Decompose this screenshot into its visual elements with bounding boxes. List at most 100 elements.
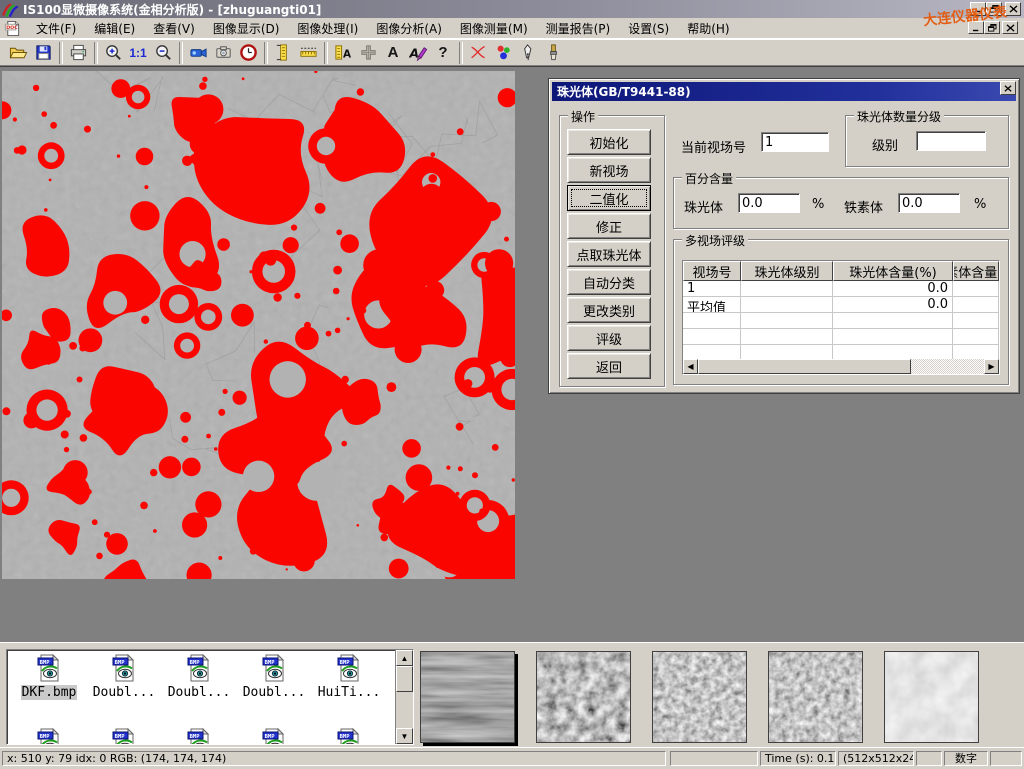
preview-thumbnail-4[interactable] xyxy=(768,651,863,743)
table-row-1[interactable]: 10.0 xyxy=(683,281,999,297)
open-folder-icon[interactable] xyxy=(6,41,30,65)
bmp-file-icon: BMP xyxy=(337,728,361,745)
preview-thumbnail-3[interactable] xyxy=(652,651,747,743)
op-button-6[interactable]: 自动分类 xyxy=(567,269,651,295)
child-restore-button[interactable] xyxy=(984,21,1000,34)
table-row-4[interactable] xyxy=(683,329,999,345)
hscroll-left-button[interactable]: ◀ xyxy=(683,359,698,374)
status-empty-1 xyxy=(670,751,758,766)
toolbar-separator xyxy=(179,42,183,64)
file-item-row2-3[interactable]: BMP xyxy=(163,728,235,745)
table-row-3[interactable] xyxy=(683,313,999,329)
menu-item-5[interactable]: 图像处理(I) xyxy=(288,18,367,39)
op-button-1[interactable]: 初始化 xyxy=(567,129,651,155)
text-edit-icon[interactable]: A xyxy=(406,41,430,65)
file-item-row2-5[interactable]: BMP xyxy=(313,728,385,745)
bmp-file-icon: BMP xyxy=(112,728,136,745)
video-camera-icon[interactable] xyxy=(186,41,210,65)
help-icon[interactable]: ? xyxy=(431,41,455,65)
file-item-row2-1[interactable]: BMP xyxy=(13,728,85,745)
file-item-row2-2[interactable]: BMP xyxy=(88,728,160,745)
table-col-3[interactable]: 珠光体含量(%) xyxy=(833,261,953,281)
op-button-5[interactable]: 点取珠光体 xyxy=(567,241,651,267)
classify-balls-icon[interactable] xyxy=(491,41,515,65)
table-col-1[interactable]: 视场号 xyxy=(683,261,741,281)
caliper-icon[interactable] xyxy=(271,41,295,65)
op-button-3[interactable]: 二值化 xyxy=(567,185,651,211)
hscroll-right-button[interactable]: ▶ xyxy=(984,359,999,374)
menu-item-3[interactable]: 查看(V) xyxy=(144,18,204,39)
hscroll-track[interactable] xyxy=(911,359,984,374)
pearlite-percent-input[interactable] xyxy=(738,193,800,213)
menu-item-9[interactable]: 设置(S) xyxy=(619,18,678,39)
menu-item-6[interactable]: 图像分析(A) xyxy=(367,18,451,39)
current-field-label: 当前视场号 xyxy=(681,137,746,156)
svg-text:A: A xyxy=(409,46,419,60)
hscroll-thumb[interactable] xyxy=(698,359,911,374)
menu-item-2[interactable]: 编辑(E) xyxy=(85,18,144,39)
file-item-5[interactable]: BMPHuiTi... xyxy=(313,654,385,700)
brush-icon[interactable] xyxy=(541,41,565,65)
ferrite-label: 铁素体 xyxy=(844,197,883,216)
op-button-7[interactable]: 更改类别 xyxy=(567,297,651,323)
ruler-icon[interactable] xyxy=(296,41,320,65)
rating-table: 视场号珠光体级别珠光体含量(%)铁素体含量(%) 10.0平均值0.0 ◀ ▶ xyxy=(682,260,1000,375)
window-restore-button[interactable] xyxy=(986,2,1002,16)
table-cell xyxy=(683,313,741,329)
vscroll-up-button[interactable]: ▲ xyxy=(396,650,413,666)
file-item-3[interactable]: BMPDoubl... xyxy=(163,654,235,700)
level-input[interactable] xyxy=(916,131,986,151)
op-button-2[interactable]: 新视场 xyxy=(567,157,651,183)
file-item-1[interactable]: BMPDKF.bmp xyxy=(13,654,85,700)
op-button-4[interactable]: 修正 xyxy=(567,213,651,239)
child-minimize-button[interactable] xyxy=(968,21,984,34)
menu-item-4[interactable]: 图像显示(D) xyxy=(204,18,289,39)
menu-item-1[interactable]: 文件(F) xyxy=(27,18,85,39)
bottom-panel: ▲ ▼ BMPDKF.bmpBMPBMPDoubl...BMPBMPDoubl.… xyxy=(0,642,1024,748)
dialog-title: 珠光体(GB/T9441-88) xyxy=(557,83,691,100)
print-icon[interactable] xyxy=(66,41,90,65)
menu-item-8[interactable]: 测量报告(P) xyxy=(537,18,620,39)
menu-item-7[interactable]: 图像测量(M) xyxy=(451,18,537,39)
table-col-4[interactable]: 铁素体含量(%) xyxy=(953,261,999,281)
file-item-row2-4[interactable]: BMP xyxy=(238,728,310,745)
preview-thumbnail-2[interactable] xyxy=(536,651,631,743)
status-position: x: 510 y: 79 idx: 0 RGB: (174, 174, 174) xyxy=(2,751,666,766)
dialog-close-button[interactable] xyxy=(1000,81,1016,95)
file-item-4[interactable]: BMPDoubl... xyxy=(238,654,310,700)
table-col-2[interactable]: 珠光体级别 xyxy=(741,261,833,281)
measure-label-icon[interactable]: A xyxy=(331,41,355,65)
curve-erase-icon[interactable] xyxy=(466,41,490,65)
one-to-one-icon[interactable]: 1:1 xyxy=(126,41,150,65)
menu-item-10[interactable]: 帮助(H) xyxy=(678,18,738,39)
op-button-8[interactable]: 评级 xyxy=(567,325,651,351)
zoom-out-icon[interactable] xyxy=(151,41,175,65)
table-hscrollbar: ◀ ▶ xyxy=(683,359,999,374)
snapshot-camera-icon[interactable] xyxy=(211,41,235,65)
bmp-file-icon: BMP xyxy=(37,654,61,682)
percent-group-label: 百分含量 xyxy=(682,170,736,187)
table-cell xyxy=(741,281,833,297)
preview-thumbnail-5[interactable] xyxy=(884,651,979,743)
text-a-icon[interactable]: A xyxy=(381,41,405,65)
save-icon[interactable] xyxy=(31,41,55,65)
window-close-button[interactable] xyxy=(1005,2,1021,16)
metallograph-image[interactable] xyxy=(2,71,515,579)
file-name: HuiTi... xyxy=(317,685,382,700)
child-close-button[interactable] xyxy=(1002,21,1018,34)
clock-icon[interactable] xyxy=(236,41,260,65)
window-minimize-button[interactable] xyxy=(970,2,986,16)
toolbar-separator xyxy=(324,42,328,64)
pen-icon[interactable] xyxy=(516,41,540,65)
preview-thumbnail-1[interactable] xyxy=(420,651,515,743)
file-item-2[interactable]: BMPDoubl... xyxy=(88,654,160,700)
op-button-9[interactable]: 返回 xyxy=(567,353,651,379)
table-row-2[interactable]: 平均值0.0 xyxy=(683,297,999,313)
zoom-in-icon[interactable] xyxy=(101,41,125,65)
grid-cross-icon[interactable] xyxy=(356,41,380,65)
dialog-title-bar[interactable]: 珠光体(GB/T9441-88) xyxy=(552,82,1016,101)
current-field-input[interactable] xyxy=(761,132,829,152)
vscroll-thumb[interactable] xyxy=(396,666,413,692)
vscroll-down-button[interactable]: ▼ xyxy=(396,728,413,744)
ferrite-percent-input[interactable] xyxy=(898,193,960,213)
